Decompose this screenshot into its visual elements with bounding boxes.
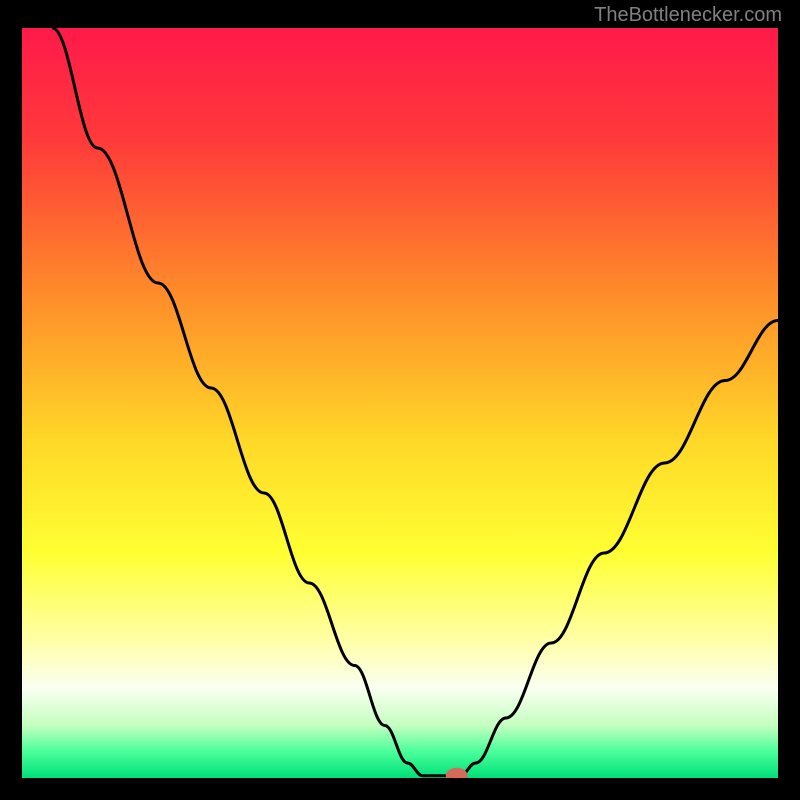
plot-area xyxy=(22,28,778,778)
chart-container: TheBottlenecker.com xyxy=(0,0,800,800)
watermark-text: TheBottlenecker.com xyxy=(594,4,782,27)
chart-svg xyxy=(22,28,778,778)
gradient-background xyxy=(22,28,778,778)
